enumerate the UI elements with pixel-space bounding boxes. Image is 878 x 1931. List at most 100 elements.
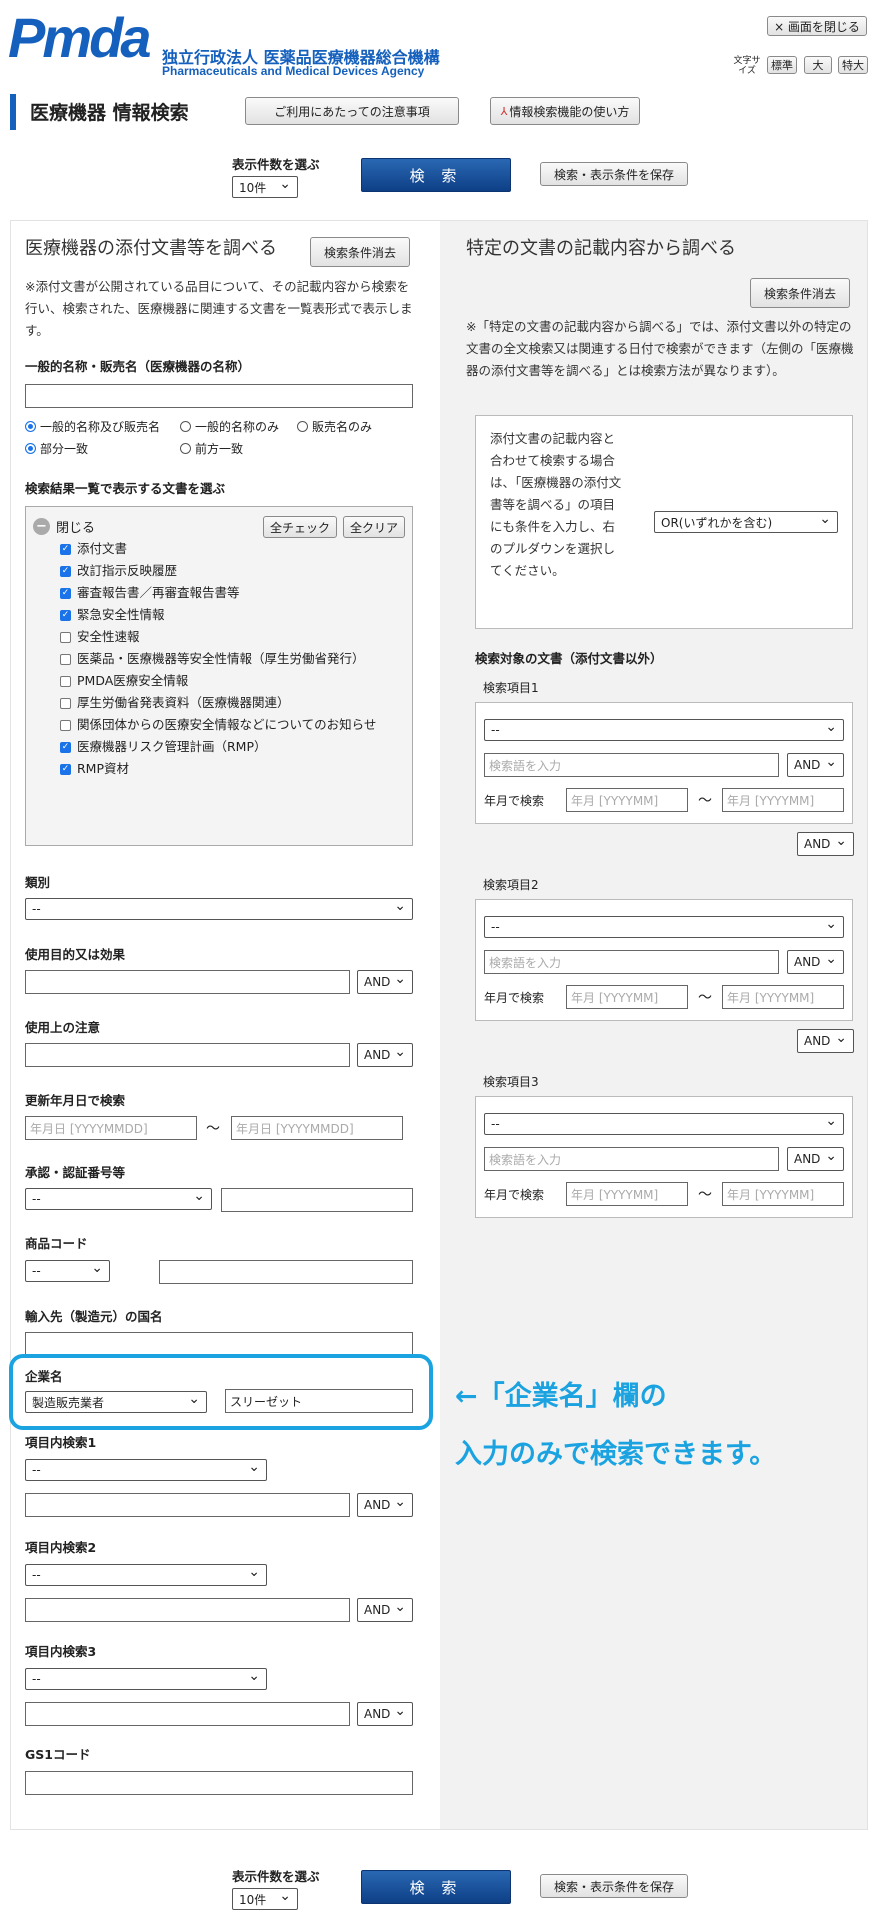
checkbox-mark: ✓ bbox=[60, 742, 71, 753]
combine-or-select[interactable]: OR(いずれかを含む) bbox=[654, 511, 838, 533]
product-code-select[interactable]: -- bbox=[25, 1260, 110, 1282]
radio-name-brand[interactable]: 販売名のみ bbox=[297, 418, 372, 435]
font-size-xlarge-button[interactable]: 特大 bbox=[838, 56, 868, 74]
doc-checkbox[interactable]: ✓ RMP資材 bbox=[60, 758, 400, 780]
collapse-toggle[interactable]: − 閉じる bbox=[33, 517, 95, 536]
doc-checkbox[interactable]: 関係団体からの医療安全情報などについてのお知らせ bbox=[60, 714, 400, 736]
item-search-3-select[interactable]: -- bbox=[25, 1668, 267, 1690]
updated-from-input[interactable]: 年月日 [YYYYMMDD] bbox=[25, 1116, 197, 1140]
search-button-top[interactable]: 検 索 bbox=[361, 158, 511, 192]
howto-button[interactable]: ⅄ 情報検索機能の使い方 bbox=[490, 97, 640, 125]
gs1-input[interactable] bbox=[25, 1771, 413, 1795]
pmda-logo: Pmda bbox=[8, 6, 151, 69]
count-select-top[interactable]: 10件 bbox=[232, 176, 298, 198]
page-title: 医療機器 情報検索 bbox=[30, 102, 189, 124]
checkbox-mark: ✓ bbox=[60, 764, 71, 775]
doc-checkbox[interactable]: 安全性速報 bbox=[60, 626, 400, 648]
checkbox-mark bbox=[60, 632, 71, 643]
save-conditions-button-top[interactable]: 検索・表示条件を保存 bbox=[540, 162, 688, 186]
search-item-2-keyword[interactable]: 検索語を入力 bbox=[484, 950, 779, 974]
doc-checkbox[interactable]: ✓ 緊急安全性情報 bbox=[60, 604, 400, 626]
left-clear-button[interactable]: 検索条件消去 bbox=[310, 237, 410, 267]
item-search-1-input[interactable] bbox=[25, 1493, 350, 1517]
radio-prefix-match[interactable]: 前方一致 bbox=[180, 440, 243, 457]
item-search-2-select[interactable]: -- bbox=[25, 1564, 267, 1586]
close-window-button[interactable]: × 画面を閉じる bbox=[767, 16, 867, 36]
right-clear-button[interactable]: 検索条件消去 bbox=[750, 278, 850, 308]
company-name-input[interactable]: スリーゼット bbox=[225, 1389, 413, 1413]
search-item-3-and-select[interactable]: AND bbox=[787, 1147, 844, 1171]
search-item-2-ym-from[interactable]: 年月 [YYYYMM] bbox=[566, 985, 688, 1009]
radio-partial-match[interactable]: 部分一致 bbox=[25, 440, 88, 457]
save-conditions-button-bottom[interactable]: 検索・表示条件を保存 bbox=[540, 1874, 688, 1898]
ym-tilde: 〜 bbox=[698, 1187, 712, 1203]
item-search-1-and-select[interactable]: AND bbox=[357, 1493, 413, 1517]
item-search-3-label: 項目内検索3 bbox=[25, 1644, 97, 1659]
search-item-3-select[interactable]: -- bbox=[484, 1113, 844, 1135]
caution-and-select[interactable]: AND bbox=[357, 1043, 413, 1067]
doc-checkbox[interactable]: ✓ 審査報告書／再審査報告書等 bbox=[60, 582, 400, 604]
doc-checkbox[interactable]: 医薬品・医療機器等安全性情報（厚生労働省発行） bbox=[60, 648, 400, 670]
company-type-select[interactable]: 製造販売業者 bbox=[25, 1391, 207, 1413]
item-search-3-input[interactable] bbox=[25, 1702, 350, 1726]
ym-tilde: 〜 bbox=[698, 793, 712, 809]
checkbox-mark: ✓ bbox=[60, 566, 71, 577]
search-item-1-ym-from[interactable]: 年月 [YYYYMM] bbox=[566, 788, 688, 812]
usage-notes-button[interactable]: ご利用にあたっての注意事項 bbox=[245, 97, 459, 125]
search-item-3-ym-label: 年月で検索 bbox=[484, 1188, 545, 1202]
item-search-1-select[interactable]: -- bbox=[25, 1459, 267, 1481]
item-search-2-input[interactable] bbox=[25, 1598, 350, 1622]
left-panel-title: 医療機器の添付文書等を調べる bbox=[25, 238, 277, 259]
updated-date-label: 更新年月日で検索 bbox=[25, 1093, 126, 1108]
search-item-1-ym-to[interactable]: 年月 [YYYYMM] bbox=[722, 788, 844, 812]
caution-input[interactable] bbox=[25, 1043, 350, 1067]
search-item-2-and-select[interactable]: AND bbox=[787, 950, 844, 974]
doc-checkbox[interactable]: ✓ 改訂指示反映履歴 bbox=[60, 560, 400, 582]
search-item-2-connector-select[interactable]: AND bbox=[797, 1029, 854, 1053]
search-item-3-ym-from[interactable]: 年月 [YYYYMM] bbox=[566, 1182, 688, 1206]
font-size-large-button[interactable]: 大 bbox=[804, 56, 832, 74]
import-country-label: 輸入先（製造元）の国名 bbox=[25, 1309, 163, 1324]
doc-checkbox[interactable]: ✓ 添付文書 bbox=[60, 538, 400, 560]
name-input[interactable] bbox=[25, 384, 413, 408]
callout-line-2: 入力のみで検索できます。 bbox=[455, 1439, 777, 1470]
search-item-1-select[interactable]: -- bbox=[484, 719, 844, 741]
search-item-2-select[interactable]: -- bbox=[484, 916, 844, 938]
count-select-bottom[interactable]: 10件 bbox=[232, 1888, 298, 1910]
item-search-3-and-select[interactable]: AND bbox=[357, 1702, 413, 1726]
search-item-3-ym-to[interactable]: 年月 [YYYYMM] bbox=[722, 1182, 844, 1206]
purpose-and-select[interactable]: AND bbox=[357, 970, 413, 994]
search-item-1-connector-select[interactable]: AND bbox=[797, 832, 854, 856]
updated-to-input[interactable]: 年月日 [YYYYMMDD] bbox=[231, 1116, 403, 1140]
purpose-input[interactable] bbox=[25, 970, 350, 994]
font-size-normal-button[interactable]: 標準 bbox=[767, 56, 797, 74]
category-select[interactable]: -- bbox=[25, 898, 413, 920]
doc-checkbox[interactable]: PMDA医療安全情報 bbox=[60, 670, 400, 692]
search-item-2-label: 検索項目2 bbox=[483, 878, 539, 892]
purpose-label: 使用目的又は効果 bbox=[25, 947, 126, 962]
date-range-tilde: 〜 bbox=[206, 1121, 220, 1137]
product-code-input[interactable] bbox=[159, 1260, 413, 1284]
org-name-en: Pharmaceuticals and Medical Devices Agen… bbox=[162, 64, 425, 78]
approval-type-select[interactable]: -- bbox=[25, 1188, 212, 1210]
search-button-bottom[interactable]: 検 索 bbox=[361, 1870, 511, 1904]
checkbox-mark bbox=[60, 720, 71, 731]
search-item-2-ym-to[interactable]: 年月 [YYYYMM] bbox=[722, 985, 844, 1009]
radio-name-generic[interactable]: 一般的名称のみ bbox=[180, 418, 279, 435]
search-item-1-and-select[interactable]: AND bbox=[787, 753, 844, 777]
search-item-3-keyword[interactable]: 検索語を入力 bbox=[484, 1147, 779, 1171]
radio-dot bbox=[180, 443, 191, 454]
caution-label: 使用上の注意 bbox=[25, 1020, 101, 1035]
radio-dot bbox=[297, 421, 308, 432]
doc-checkbox[interactable]: 厚生労働省発表資料（医療機器関連） bbox=[60, 692, 400, 714]
approval-number-input[interactable] bbox=[221, 1188, 413, 1212]
doc-checkbox[interactable]: ✓ 医療機器リスク管理計画（RMP） bbox=[60, 736, 400, 758]
callout-line-1: ←「企業名」欄の bbox=[455, 1381, 667, 1412]
radio-name-both[interactable]: 一般的名称及び販売名 bbox=[25, 418, 160, 435]
check-all-button[interactable]: 全チェック bbox=[263, 516, 337, 538]
search-item-1-keyword[interactable]: 検索語を入力 bbox=[484, 753, 779, 777]
clear-all-button[interactable]: 全クリア bbox=[343, 516, 405, 538]
font-size-label: 文字サイズ bbox=[733, 56, 761, 76]
import-country-input[interactable] bbox=[25, 1332, 413, 1356]
item-search-2-and-select[interactable]: AND bbox=[357, 1598, 413, 1622]
